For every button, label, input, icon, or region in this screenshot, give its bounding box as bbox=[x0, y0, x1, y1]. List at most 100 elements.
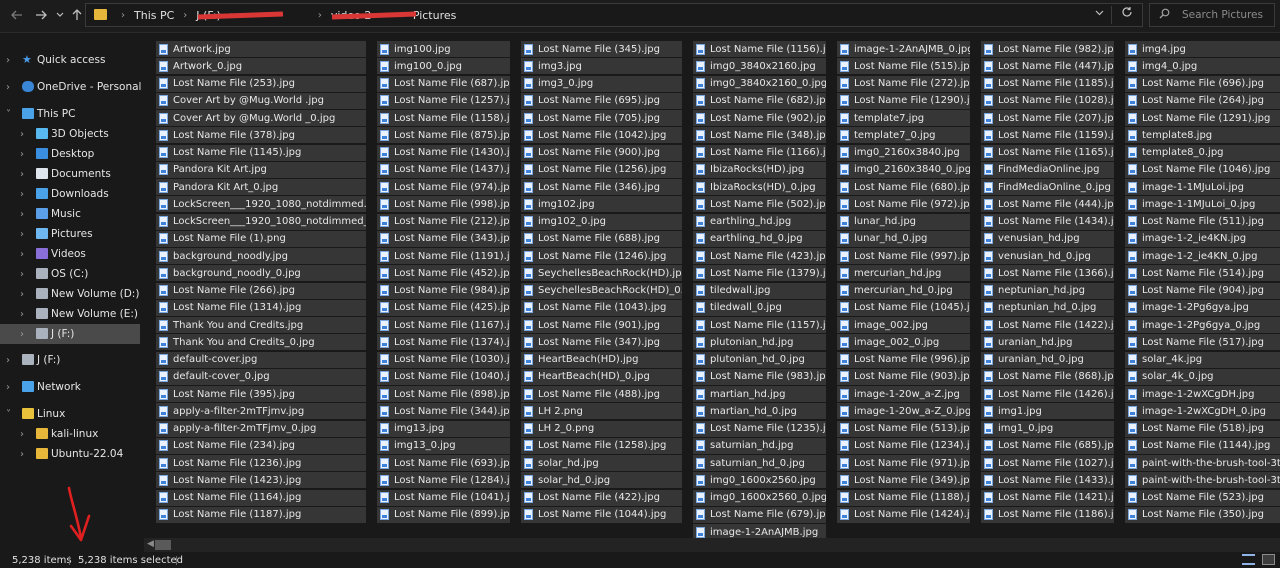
file-item[interactable]: image-1-1MJuLoi.jpg bbox=[1125, 179, 1280, 195]
file-item[interactable]: Lost Name File (266).jpg bbox=[156, 282, 366, 299]
file-item[interactable]: Lost Name File (1028).jpg bbox=[981, 92, 1114, 109]
file-item[interactable]: img0_1600x2560_0.jpg bbox=[693, 489, 826, 506]
nav-item[interactable]: › kali-linux bbox=[0, 424, 140, 444]
file-item[interactable]: Lost Name File (1234).jpg bbox=[837, 437, 970, 454]
file-item[interactable]: Lost Name File (1041).jpg bbox=[377, 489, 510, 506]
file-item[interactable]: Lost Name File (1030).jpg bbox=[377, 351, 510, 368]
file-item[interactable]: Lost Name File (688).jpg bbox=[521, 230, 682, 247]
scrollbar-thumb[interactable] bbox=[155, 540, 171, 550]
file-item[interactable]: venusian_hd.jpg bbox=[981, 230, 1114, 247]
file-item[interactable]: Lost Name File (1040).jpg bbox=[377, 368, 510, 385]
file-item[interactable]: template8.jpg bbox=[1125, 127, 1280, 144]
file-item[interactable]: image-1-1MJuLoi_0.jpg bbox=[1125, 196, 1280, 213]
file-item[interactable]: Lost Name File (350).jpg bbox=[1125, 506, 1280, 523]
file-item[interactable]: Lost Name File (234).jpg bbox=[156, 437, 366, 454]
file-item[interactable]: Lost Name File (1256).jpg bbox=[521, 161, 682, 178]
file-item[interactable]: img100.jpg bbox=[377, 41, 510, 57]
file-item[interactable]: image-1-20w_a-Z.jpg bbox=[837, 386, 970, 402]
file-item[interactable]: Lost Name File (1185).jpg bbox=[981, 75, 1114, 92]
file-item[interactable]: tiledwall_0.jpg bbox=[693, 299, 826, 316]
file-item[interactable]: mercurian_hd.jpg bbox=[837, 265, 970, 282]
file-item[interactable]: Lost Name File (903).jpg bbox=[837, 368, 970, 385]
file-item[interactable]: Lost Name File (998).jpg bbox=[377, 196, 510, 213]
file-item[interactable]: Lost Name File (904).jpg bbox=[1125, 282, 1280, 299]
nav-item[interactable]: ˅ Linux bbox=[0, 404, 140, 424]
file-item[interactable]: martian_hd.jpg bbox=[693, 386, 826, 402]
file-item[interactable]: Lost Name File (680).jpg bbox=[837, 179, 970, 195]
file-item[interactable]: Lost Name File (1374).jpg bbox=[377, 334, 510, 351]
file-item[interactable]: Thank You and Credits.jpg bbox=[156, 317, 366, 333]
nav-item[interactable]: › Pictures bbox=[0, 224, 140, 244]
file-item[interactable]: Lost Name File (1044).jpg bbox=[521, 506, 682, 523]
nav-item[interactable]: › OneDrive - Personal bbox=[0, 77, 141, 97]
file-item[interactable]: Lost Name File (447).jpg bbox=[981, 58, 1114, 75]
file-item[interactable]: Lost Name File (272).jpg bbox=[837, 75, 970, 92]
file-item[interactable]: img4.jpg bbox=[1125, 41, 1280, 57]
file-item[interactable]: saturnian_hd.jpg bbox=[693, 437, 826, 454]
file-item[interactable]: image-1-2Pg6gya_0.jpg bbox=[1125, 317, 1280, 333]
file-item[interactable]: Lost Name File (1426).jpg bbox=[981, 386, 1114, 402]
file-item[interactable]: image-1-2wXCgDH.jpg bbox=[1125, 386, 1280, 402]
file-item[interactable]: Lost Name File (1437).jpg bbox=[377, 161, 510, 178]
breadcrumb-pictures[interactable]: Pictures bbox=[411, 9, 459, 22]
file-item[interactable]: Lost Name File (395).jpg bbox=[156, 386, 366, 402]
file-item[interactable]: Lost Name File (1290).jpg bbox=[837, 92, 970, 109]
file-item[interactable]: Lost Name File (1).png bbox=[156, 230, 366, 247]
file-item[interactable]: Lost Name File (517).jpg bbox=[1125, 334, 1280, 351]
file-item[interactable]: Lost Name File (974).jpg bbox=[377, 179, 510, 195]
file-item[interactable]: HeartBeach(HD)_0.jpg bbox=[521, 368, 682, 385]
chevron-right-icon[interactable]: › bbox=[20, 149, 24, 160]
chevron-right-icon[interactable]: › bbox=[20, 249, 24, 260]
file-item[interactable]: Lost Name File (1423).jpg bbox=[156, 472, 366, 489]
file-item[interactable]: Lost Name File (348).jpg bbox=[693, 127, 826, 144]
chevron-right-icon[interactable]: › bbox=[20, 209, 24, 220]
file-item[interactable]: Lost Name File (1043).jpg bbox=[521, 299, 682, 316]
file-item[interactable]: Lost Name File (1156).jpg bbox=[693, 41, 826, 57]
file-item[interactable]: Lost Name File (1166).jpg bbox=[693, 144, 826, 161]
file-item[interactable]: Pandora Kit Art_0.jpg bbox=[156, 179, 366, 195]
file-item[interactable]: Lost Name File (422).jpg bbox=[521, 489, 682, 506]
nav-item[interactable]: › J (F:) bbox=[0, 324, 140, 344]
file-item[interactable]: img102_0.jpg bbox=[521, 213, 682, 230]
large-icons-view-button[interactable] bbox=[1262, 554, 1275, 565]
file-item[interactable]: LH 2_0.png bbox=[521, 420, 682, 437]
file-item[interactable]: FindMediaOnline_0.jpg bbox=[981, 179, 1114, 195]
file-item[interactable]: Lost Name File (695).jpg bbox=[521, 92, 682, 109]
file-item[interactable]: img1_0.jpg bbox=[981, 420, 1114, 437]
file-item[interactable]: img0_2160x3840.jpg bbox=[837, 144, 970, 161]
chevron-right-icon[interactable]: › bbox=[6, 82, 10, 93]
file-item[interactable]: Lost Name File (971).jpg bbox=[837, 455, 970, 471]
file-item[interactable]: image-1-2_ie4KN.jpg bbox=[1125, 230, 1280, 247]
file-item[interactable]: SeychellesBeachRock(HD).jpg bbox=[521, 265, 682, 282]
file-item[interactable]: Lost Name File (997).jpg bbox=[837, 248, 970, 264]
file-item[interactable]: Lost Name File (902).jpg bbox=[693, 110, 826, 126]
file-item[interactable]: Lost Name File (899).jpg bbox=[377, 506, 510, 523]
file-item[interactable]: solar_hd.jpg bbox=[521, 455, 682, 471]
file-item[interactable]: image-1-2AnAJMB_0.jpg bbox=[837, 41, 970, 57]
file-item[interactable]: Lost Name File (1430).jpg bbox=[377, 144, 510, 161]
file-item[interactable]: Artwork_0.jpg bbox=[156, 58, 366, 75]
breadcrumb-this-pc[interactable]: This PC bbox=[132, 9, 176, 22]
file-item[interactable]: Lost Name File (1187).jpg bbox=[156, 506, 366, 523]
back-button[interactable] bbox=[8, 6, 26, 24]
file-item[interactable]: default-cover.jpg bbox=[156, 351, 366, 368]
file-item[interactable]: Artwork.jpg bbox=[156, 41, 366, 57]
file-item[interactable]: Lost Name File (868).jpg bbox=[981, 368, 1114, 385]
file-item[interactable]: earthling_hd.jpg bbox=[693, 213, 826, 230]
file-item[interactable]: Lost Name File (685).jpg bbox=[981, 437, 1114, 454]
file-item[interactable]: image_002_0.jpg bbox=[837, 334, 970, 351]
nav-item[interactable]: › Ubuntu-22.04 bbox=[0, 444, 140, 464]
file-item[interactable]: neptunian_hd.jpg bbox=[981, 282, 1114, 299]
file-item[interactable]: lunar_hd_0.jpg bbox=[837, 230, 970, 247]
file-item[interactable]: HeartBeach(HD).jpg bbox=[521, 351, 682, 368]
horizontal-scrollbar[interactable]: ◀ bbox=[144, 538, 1280, 552]
file-item[interactable]: LockScreen___1920_1080_notdimmed.jpg bbox=[156, 196, 366, 213]
file-item[interactable]: Lost Name File (425).jpg bbox=[377, 299, 510, 316]
file-item[interactable]: Lost Name File (344).jpg bbox=[377, 403, 510, 420]
file-item[interactable]: image-1-2Pg6gya.jpg bbox=[1125, 299, 1280, 316]
chevron-down-icon[interactable]: ˅ bbox=[6, 409, 11, 420]
file-item[interactable]: Lost Name File (378).jpg bbox=[156, 127, 366, 144]
file-item[interactable]: Lost Name File (1434).jpg bbox=[981, 213, 1114, 230]
file-item[interactable]: Lost Name File (983).jpg bbox=[693, 368, 826, 385]
file-item[interactable]: Lost Name File (502).jpg bbox=[693, 196, 826, 213]
